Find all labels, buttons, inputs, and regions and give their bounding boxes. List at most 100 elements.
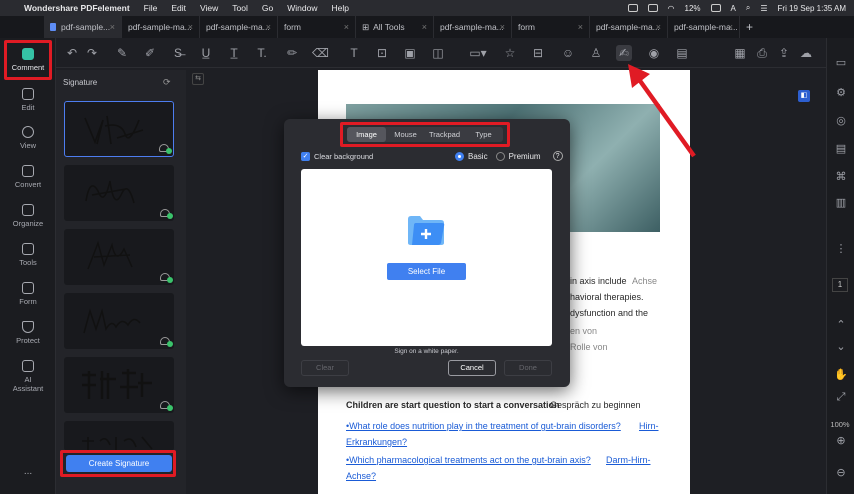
- rail-ai-assistant[interactable]: AI Assistant: [0, 360, 56, 393]
- rail-edit[interactable]: Edit: [0, 88, 56, 112]
- cancel-button[interactable]: Cancel: [448, 360, 496, 376]
- callout-icon[interactable]: ▣: [402, 45, 418, 61]
- close-icon[interactable]: ×: [728, 22, 733, 32]
- more-options-icon[interactable]: ⋮: [834, 242, 848, 256]
- tab-5[interactable]: ⊞ All Tools ×: [356, 16, 434, 38]
- close-icon[interactable]: ×: [188, 22, 193, 32]
- battery-icon[interactable]: [710, 4, 721, 12]
- rail-convert[interactable]: Convert: [0, 165, 56, 189]
- close-icon[interactable]: ×: [344, 22, 349, 32]
- tab-3[interactable]: pdf-sample-ma... ×: [200, 16, 278, 38]
- status-record-icon[interactable]: [647, 4, 658, 12]
- tab-7[interactable]: form ×: [512, 16, 590, 38]
- properties-icon[interactable]: ⚙: [834, 86, 848, 100]
- signature-thumbnail[interactable]: [64, 229, 174, 285]
- doc-link-q1-de[interactable]: Hirn-: [639, 421, 659, 431]
- collapse-panel-icon[interactable]: ⇆: [192, 73, 204, 85]
- tab-trackpad[interactable]: Trackpad: [425, 127, 464, 142]
- thumbnail-icon[interactable]: ▥: [834, 196, 848, 210]
- tab-6[interactable]: pdf-sample-ma... ×: [434, 16, 512, 38]
- new-tab-button[interactable]: +: [740, 16, 760, 38]
- rail-comment[interactable]: Comment: [0, 48, 56, 72]
- shape-dropdown-icon[interactable]: ▭▾: [466, 45, 490, 61]
- strikethrough-icon[interactable]: S̶: [170, 45, 186, 61]
- doc-link-q1[interactable]: •What role does nutrition play in the tr…: [346, 421, 621, 431]
- close-icon[interactable]: ×: [578, 22, 583, 32]
- more-icon[interactable]: ...: [0, 466, 56, 477]
- insert-text-icon[interactable]: T.: [254, 45, 270, 61]
- menu-file[interactable]: File: [144, 3, 158, 13]
- help-icon[interactable]: ?: [552, 151, 563, 161]
- tab-2[interactable]: pdf-sample-ma... ×: [122, 16, 200, 38]
- fit-page-icon[interactable]: ⤢: [834, 390, 848, 404]
- stamp-icon[interactable]: ☆: [502, 45, 518, 61]
- sidebar-toggle-icon[interactable]: ▭: [834, 56, 848, 70]
- highlight-icon[interactable]: ✎: [114, 45, 130, 61]
- area-highlight-icon[interactable]: ✐: [142, 45, 158, 61]
- clock[interactable]: Fri 19 Sep 1:35 AM: [778, 4, 846, 13]
- signature-thumbnail[interactable]: [64, 101, 174, 157]
- create-signature-button[interactable]: Create Signature: [66, 455, 172, 472]
- signature-thumbnail[interactable]: [64, 357, 174, 413]
- close-icon[interactable]: ×: [422, 22, 427, 32]
- comment-list-icon[interactable]: ▤: [674, 45, 690, 61]
- input-source-icon[interactable]: A: [731, 4, 736, 13]
- rail-view[interactable]: View: [0, 126, 56, 150]
- cloud-upload-icon[interactable]: ☁: [798, 45, 814, 61]
- tab-4[interactable]: form ×: [278, 16, 356, 38]
- page-up-icon[interactable]: ⌃: [834, 318, 848, 332]
- rail-organize[interactable]: Organize: [0, 204, 56, 228]
- replace-text-icon[interactable]: T̲: [226, 45, 242, 61]
- doc-link-q1-cont[interactable]: Erkrankungen?: [346, 437, 407, 447]
- close-icon[interactable]: ×: [266, 22, 271, 32]
- rail-form[interactable]: Form: [0, 282, 56, 306]
- underline-icon[interactable]: U̲: [198, 45, 214, 61]
- checkbox-checked-icon[interactable]: ✓: [301, 152, 310, 161]
- hide-annotations-icon[interactable]: ◉: [646, 45, 662, 61]
- signature-thumbnail[interactable]: [64, 293, 174, 349]
- refresh-icon[interactable]: ⟳: [163, 77, 171, 88]
- doc-link-q2[interactable]: •Which pharmacological treatments act on…: [346, 455, 591, 465]
- menu-view[interactable]: View: [200, 3, 218, 13]
- doc-link-q2-de[interactable]: Darm-Hirn-: [606, 455, 651, 465]
- doc-link-q2-cont[interactable]: Achse?: [346, 471, 376, 481]
- ai-badge-icon[interactable]: ◧: [798, 90, 810, 102]
- menu-tool[interactable]: Tool: [232, 3, 248, 13]
- clear-button[interactable]: Clear: [301, 360, 349, 376]
- signature-icon[interactable]: ✍: [616, 45, 632, 61]
- image-drop-area[interactable]: [301, 169, 552, 346]
- note-icon[interactable]: ◫: [430, 45, 446, 61]
- hand-tool-icon[interactable]: ✋: [834, 368, 848, 382]
- text-box-icon[interactable]: ⊡: [374, 45, 390, 61]
- sticker-icon[interactable]: ☺: [560, 45, 576, 61]
- signature-thumbnail[interactable]: [64, 165, 174, 221]
- rail-tools[interactable]: Tools: [0, 243, 56, 267]
- status-app-icon[interactable]: [627, 4, 638, 12]
- page-number-box[interactable]: 1: [832, 278, 848, 292]
- select-file-button[interactable]: Select File: [387, 263, 466, 280]
- attachment-icon[interactable]: ⌘: [834, 170, 848, 184]
- zoom-in-icon[interactable]: ⊕: [834, 434, 848, 448]
- print-icon[interactable]: ⎙: [754, 45, 770, 61]
- signature-thumbnail[interactable]: [64, 421, 174, 451]
- document-info-icon[interactable]: ▤: [834, 142, 848, 156]
- close-icon[interactable]: ×: [110, 22, 115, 32]
- clear-background-option[interactable]: ✓ Clear background: [301, 152, 373, 161]
- save-icon[interactable]: ▦: [732, 45, 748, 61]
- ai-chat-icon[interactable]: ◎: [834, 114, 848, 128]
- tab-mouse[interactable]: Mouse: [386, 127, 425, 142]
- app-name-menu[interactable]: Wondershare PDFelement: [24, 3, 130, 13]
- tab-type[interactable]: Type: [464, 127, 503, 142]
- menu-window[interactable]: Window: [287, 3, 317, 13]
- tab-8[interactable]: pdf-sample-ma... ×: [590, 16, 668, 38]
- close-icon[interactable]: ×: [500, 22, 505, 32]
- search-icon[interactable]: ⌕: [746, 3, 750, 13]
- menu-go[interactable]: Go: [262, 3, 273, 13]
- zoom-out-icon[interactable]: ⊖: [834, 466, 848, 480]
- rail-protect[interactable]: Protect: [0, 321, 56, 345]
- menu-help[interactable]: Help: [331, 3, 348, 13]
- pencil-icon[interactable]: ✏: [284, 45, 300, 61]
- zoom-level[interactable]: 100%: [827, 420, 853, 429]
- page-down-icon[interactable]: ⌄: [834, 340, 848, 354]
- measure-icon[interactable]: ⊟: [530, 45, 546, 61]
